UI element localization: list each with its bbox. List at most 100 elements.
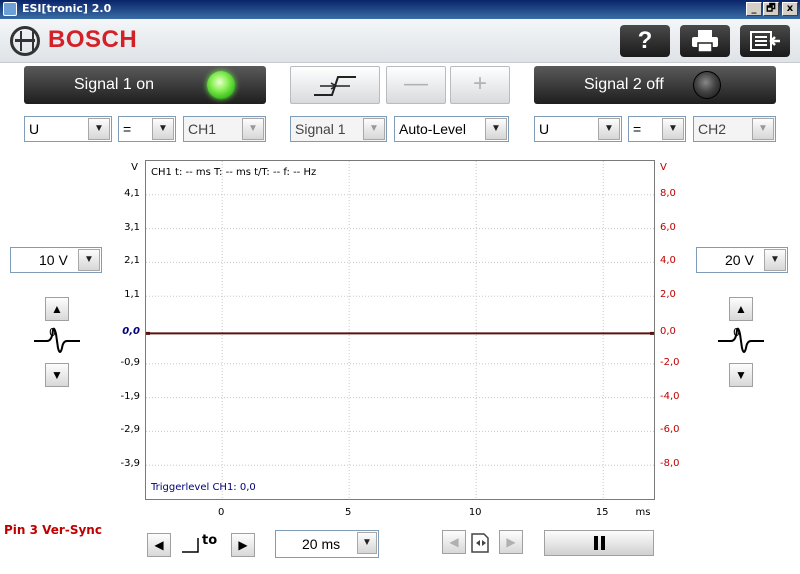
ch1-coupling-value: = (123, 121, 132, 137)
ch2-coupling-select[interactable]: = ▼ (628, 116, 686, 142)
chevron-down-icon: ▼ (662, 118, 684, 140)
trigger-level-readout: Triggerlevel CH1: 0,0 (151, 482, 256, 493)
ch2-offset-down-button[interactable]: ▼ (729, 363, 753, 387)
signal-1-toggle[interactable]: Signal 1 on (24, 66, 266, 104)
ch1-range-select[interactable]: 10 V ▼ (10, 247, 102, 273)
ch1-coupling-select[interactable]: = ▼ (118, 116, 176, 142)
ch2-quantity-value: U (539, 121, 550, 137)
right-tick-label: -2,0 (660, 356, 680, 368)
chevron-down-icon: ▼ (598, 118, 620, 140)
trigger-edge-icon (314, 76, 356, 96)
left-axis-unit: V (131, 162, 138, 173)
ch1-quantity-select[interactable]: U ▼ (24, 116, 112, 142)
ch2-range-select[interactable]: 20 V ▼ (696, 247, 788, 273)
menu-back-icon (750, 31, 780, 51)
trigger-source-select[interactable]: Signal 1 ▼ (290, 116, 387, 142)
right-tick-label: 4,0 (660, 255, 676, 267)
history-forward-button[interactable]: ▶ (499, 530, 523, 554)
ch2-quantity-select[interactable]: U ▼ (534, 116, 622, 142)
trigger-mode-value: Auto-Level (399, 121, 466, 137)
right-axis-unit: V (660, 162, 667, 173)
printer-icon (692, 30, 718, 53)
ch1-range-value: 10 V (39, 252, 68, 268)
help-button[interactable]: ? (620, 25, 670, 57)
measurement-readout: CH1 t: -- ms T: -- ms t/T: -- f: -- Hz (151, 167, 317, 178)
right-tick-label: -8,0 (660, 458, 680, 470)
ch1-channel-select[interactable]: CH1 ▼ (183, 116, 266, 142)
chevron-down-icon: ▼ (363, 118, 385, 140)
x-tick-label: 5 (345, 507, 352, 518)
left-tick-label: -2,9 (120, 424, 140, 436)
oscilloscope-chart[interactable]: CH1 t: -- ms T: -- ms t/T: -- f: -- Hz T… (145, 160, 655, 500)
chevron-down-icon: ▼ (752, 118, 774, 140)
left-tick-label: 0,0 (122, 326, 140, 338)
trigger-pos-label: to (202, 533, 217, 548)
brand-name: BOSCH (48, 26, 138, 53)
pause-icon (594, 536, 605, 550)
left-tick-label: -0,9 (120, 356, 140, 368)
menu-back-button[interactable] (740, 25, 790, 57)
signal-2-led-icon (693, 71, 721, 99)
trigger-mode-select[interactable]: Auto-Level ▼ (394, 116, 509, 142)
right-tick-label: -6,0 (660, 424, 680, 436)
trigger-position-icon: to (182, 533, 217, 553)
trigger-decrease-button[interactable]: — (386, 66, 446, 104)
trigger-increase-button[interactable]: + (450, 66, 510, 104)
trigger-source-value: Signal 1 (295, 121, 346, 137)
right-tick-label: 0,0 (660, 326, 676, 338)
trigger-edge-button[interactable] (290, 66, 380, 104)
timebase-value: 20 ms (302, 536, 341, 552)
signal-2-label: Signal 2 off (584, 76, 664, 93)
right-tick-label: -4,0 (660, 390, 680, 402)
left-tick-label: 3,1 (124, 221, 140, 233)
help-icon: ? (637, 27, 653, 54)
chevron-down-icon: ▼ (242, 118, 264, 140)
left-tick-label: 2,1 (124, 255, 140, 267)
chevron-down-icon: ▼ (357, 532, 377, 554)
left-tick-label: 1,1 (124, 289, 140, 301)
minimize-button[interactable]: _ (746, 2, 762, 16)
app-icon (3, 2, 17, 16)
memory-page-icon[interactable] (468, 528, 496, 556)
ch2-offset-icon: 0 (718, 326, 764, 353)
x-tick-label: 0 (218, 507, 225, 518)
history-back-button[interactable]: ◀ (442, 530, 466, 554)
chevron-down-icon: ▼ (152, 118, 174, 140)
ch1-offset-down-button[interactable]: ▼ (45, 363, 69, 387)
ch1-offset-icon: 0 (34, 326, 80, 353)
left-tick-label: 4,1 (124, 187, 140, 199)
ch1-channel-value: CH1 (188, 121, 217, 137)
x-tick-label: 10 (468, 507, 482, 518)
title-bar: ESI[tronic] 2.0 _ 🗗 x (0, 0, 800, 19)
ch2-coupling-value: = (633, 121, 642, 137)
left-tick-label: -1,9 (120, 390, 140, 402)
right-tick-label: 2,0 (660, 289, 676, 301)
svg-text:0: 0 (49, 326, 56, 339)
ch2-channel-value: CH2 (698, 121, 727, 137)
chevron-down-icon: ▼ (88, 118, 110, 140)
right-tick-label: 8,0 (660, 187, 676, 199)
ch2-offset-up-button[interactable]: ▲ (729, 297, 753, 321)
signal-2-toggle[interactable]: Signal 2 off (534, 66, 776, 104)
close-button[interactable]: x (782, 2, 798, 16)
signal-1-led-icon (207, 71, 235, 99)
bosch-logo-icon (10, 26, 40, 56)
restore-button[interactable]: 🗗 (763, 2, 779, 16)
print-button[interactable] (680, 25, 730, 57)
left-tick-label: -3,9 (120, 458, 140, 470)
ch2-range-value: 20 V (725, 252, 754, 268)
header-bar: BOSCH ? (0, 19, 800, 63)
timebase-select[interactable]: 20 ms ▼ (275, 530, 379, 558)
window-title: ESI[tronic] 2.0 (22, 2, 112, 15)
ch2-channel-select[interactable]: CH2 ▼ (693, 116, 776, 142)
ch1-offset-up-button[interactable]: ▲ (45, 297, 69, 321)
pause-button[interactable] (544, 530, 654, 556)
trigger-pos-left-button[interactable]: ◀ (147, 533, 171, 557)
signal-1-label: Signal 1 on (74, 76, 155, 93)
chevron-down-icon: ▼ (764, 249, 786, 271)
chevron-down-icon: ▼ (485, 118, 507, 140)
x-tick-label: 15 (595, 507, 609, 518)
trigger-pos-right-button[interactable]: ▶ (231, 533, 255, 557)
svg-text:0: 0 (733, 326, 740, 339)
pin-label: Pin 3 Ver-Sync (4, 523, 102, 537)
